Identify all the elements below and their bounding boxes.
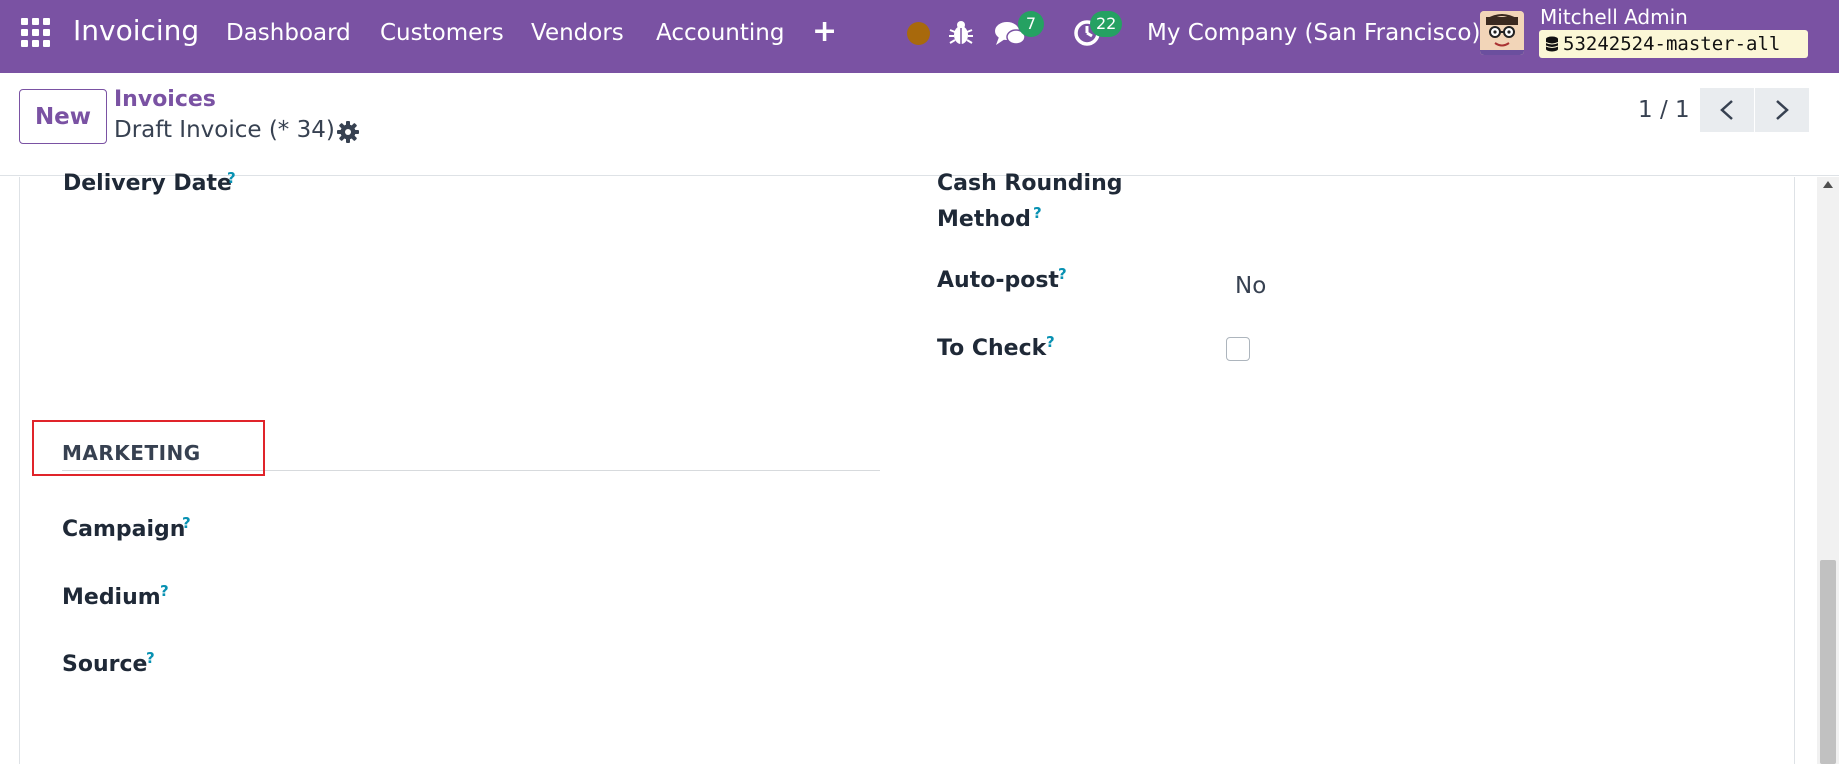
source-label: Source bbox=[62, 652, 148, 677]
database-name: 53242524-master-all bbox=[1563, 33, 1781, 55]
database-icon bbox=[1545, 36, 1559, 52]
cash-rounding-label: Cash Rounding bbox=[937, 171, 1123, 196]
gear-icon[interactable] bbox=[336, 120, 360, 144]
menu-vendors[interactable]: Vendors bbox=[531, 20, 624, 46]
cash-rounding-label-method: Method bbox=[937, 207, 1031, 232]
scroll-up-arrow-icon[interactable] bbox=[1823, 181, 1833, 188]
menu-accounting[interactable]: Accounting bbox=[656, 20, 784, 46]
auto-post-label: Auto-post bbox=[937, 268, 1059, 293]
source-help-icon[interactable]: ? bbox=[146, 649, 155, 667]
menu-dashboard[interactable]: Dashboard bbox=[226, 20, 351, 46]
pager-previous-button[interactable] bbox=[1700, 88, 1754, 132]
add-menu-plus-icon[interactable]: + bbox=[812, 14, 837, 49]
status-dot-icon[interactable] bbox=[907, 22, 930, 45]
auto-post-value[interactable]: No bbox=[1235, 273, 1266, 299]
to-check-label: To Check bbox=[937, 336, 1047, 361]
menu-customers[interactable]: Customers bbox=[380, 20, 504, 46]
activities-count-badge: 22 bbox=[1090, 11, 1123, 37]
form-view: Delivery Date ? Cash Rounding Method ? A… bbox=[0, 169, 1839, 764]
highlight-box bbox=[32, 420, 265, 476]
user-name[interactable]: Mitchell Admin bbox=[1540, 5, 1688, 29]
pager-counter[interactable]: 1 / 1 bbox=[1638, 97, 1690, 123]
user-avatar[interactable] bbox=[1480, 11, 1524, 55]
record-title: Draft Invoice (* 34) bbox=[114, 117, 335, 143]
vertical-scrollbar[interactable] bbox=[1817, 177, 1839, 764]
delivery-date-help-icon[interactable]: ? bbox=[227, 169, 236, 187]
auto-post-help-icon[interactable]: ? bbox=[1058, 265, 1067, 283]
database-name-badge: 53242524-master-all bbox=[1539, 30, 1808, 58]
scrollbar-thumb[interactable] bbox=[1820, 560, 1836, 764]
chevron-right-icon bbox=[1776, 100, 1789, 120]
company-switcher[interactable]: My Company (San Francisco) bbox=[1147, 20, 1480, 46]
messages-count-badge: 7 bbox=[1018, 11, 1044, 37]
medium-label: Medium bbox=[62, 585, 161, 610]
debug-bug-icon[interactable] bbox=[948, 19, 974, 47]
app-name[interactable]: Invoicing bbox=[73, 14, 199, 47]
control-panel: New Invoices Draft Invoice (* 34) 1 / 1 bbox=[0, 73, 1839, 176]
breadcrumb-invoices[interactable]: Invoices bbox=[114, 87, 216, 112]
new-button[interactable]: New bbox=[19, 89, 107, 144]
delivery-date-label: Delivery Date bbox=[63, 171, 232, 196]
campaign-help-icon[interactable]: ? bbox=[182, 514, 191, 532]
pager-next-button[interactable] bbox=[1755, 88, 1809, 132]
to-check-checkbox[interactable] bbox=[1226, 337, 1250, 361]
top-navbar: Invoicing Dashboard Customers Vendors Ac… bbox=[0, 0, 1839, 73]
app-menu-grid-icon[interactable] bbox=[21, 18, 51, 48]
chevron-left-icon bbox=[1720, 100, 1733, 120]
medium-help-icon[interactable]: ? bbox=[160, 582, 169, 600]
to-check-help-icon[interactable]: ? bbox=[1046, 333, 1055, 351]
campaign-label: Campaign bbox=[62, 517, 186, 542]
cash-rounding-help-icon[interactable]: ? bbox=[1033, 204, 1042, 222]
